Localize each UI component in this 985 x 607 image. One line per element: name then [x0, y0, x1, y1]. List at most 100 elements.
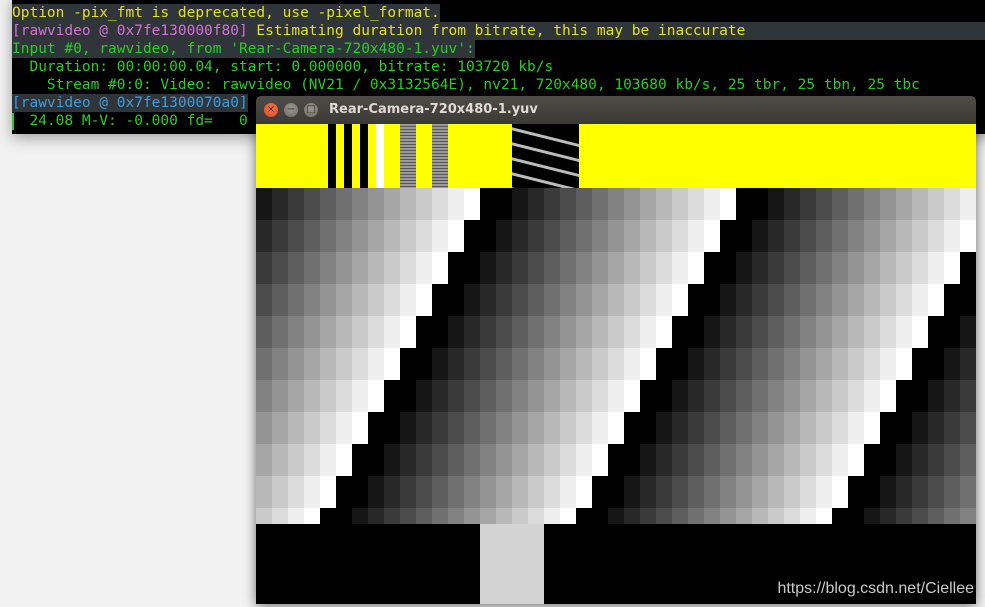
pattern-cell [704, 444, 720, 476]
pattern-cell [512, 476, 528, 508]
pattern-cell [656, 444, 672, 476]
pattern-cell [736, 412, 752, 444]
pattern-cell [560, 348, 576, 380]
pattern-cell [896, 476, 912, 508]
maximize-button[interactable]: □ [304, 103, 318, 117]
pattern-cell [432, 316, 448, 348]
pattern-cell [304, 188, 320, 220]
pattern-cell [848, 444, 864, 476]
pattern-cell [336, 444, 352, 476]
pattern-cell [368, 188, 384, 220]
pattern-cell [432, 508, 448, 524]
pattern-cell [832, 380, 848, 412]
pattern-cell [704, 220, 720, 252]
pattern-cell [624, 220, 640, 252]
pattern-cell [720, 444, 736, 476]
pattern-cell [928, 444, 944, 476]
pattern-cell [560, 188, 576, 220]
pattern-cell [688, 316, 704, 348]
minimize-button[interactable]: − [284, 103, 298, 117]
pattern-cell [720, 252, 736, 284]
pattern-cell [912, 444, 928, 476]
pattern-cell [768, 188, 784, 220]
pattern-cell [832, 252, 848, 284]
pattern-cell [704, 476, 720, 508]
pattern-cell [304, 444, 320, 476]
pattern-cell [432, 444, 448, 476]
pattern-cell [848, 380, 864, 412]
pattern-cell [880, 220, 896, 252]
pattern-cell [608, 348, 624, 380]
title-bar[interactable]: × − □ Rear-Camera-720x480-1.yuv [256, 96, 976, 124]
video-player-window[interactable]: × − □ Rear-Camera-720x480-1.yuv https://… [256, 96, 976, 604]
pattern-cell [272, 412, 288, 444]
pattern-cell [832, 508, 848, 524]
pattern-cell [592, 412, 608, 444]
pattern-cell [368, 476, 384, 508]
pattern-cell [384, 444, 400, 476]
pattern-cell [608, 284, 624, 316]
pattern-cell [880, 316, 896, 348]
pattern-cell [944, 380, 960, 412]
pattern-cell [896, 380, 912, 412]
pattern-cell [944, 348, 960, 380]
pattern-cell [528, 380, 544, 412]
pattern-cell [464, 188, 480, 220]
pattern-cell [496, 412, 512, 444]
pattern-cell [784, 316, 800, 348]
pattern-cell [768, 444, 784, 476]
pattern-cell [640, 508, 656, 524]
pattern-cell [864, 252, 880, 284]
pattern-cell [288, 476, 304, 508]
pattern-cell [752, 284, 768, 316]
pattern-cell [640, 220, 656, 252]
pattern-cell [496, 252, 512, 284]
pattern-cell [784, 220, 800, 252]
pattern-cell [400, 220, 416, 252]
pattern-cell [672, 508, 688, 524]
pattern-cell [384, 188, 400, 220]
pattern-cell [688, 412, 704, 444]
pattern-cell [512, 380, 528, 412]
pattern-cell [528, 444, 544, 476]
pattern-cell [704, 252, 720, 284]
pattern-cell [704, 380, 720, 412]
pattern-cell [704, 348, 720, 380]
pattern-cell [272, 476, 288, 508]
pattern-cell [928, 284, 944, 316]
pattern-cell [496, 348, 512, 380]
pattern-cell [512, 252, 528, 284]
pattern-cell [352, 476, 368, 508]
pattern-cell [400, 188, 416, 220]
pattern-cell [688, 220, 704, 252]
pattern-cell [496, 476, 512, 508]
pattern-cell [752, 380, 768, 412]
pattern-cell [288, 444, 304, 476]
pattern-cell [656, 220, 672, 252]
pattern-cell [480, 348, 496, 380]
pattern-cell [960, 252, 976, 284]
pattern-cell [656, 412, 672, 444]
pattern-cell [272, 188, 288, 220]
pattern-cell [480, 284, 496, 316]
pattern-cell [784, 380, 800, 412]
pattern-cell [896, 316, 912, 348]
pattern-cell [544, 412, 560, 444]
pattern-cell [896, 412, 912, 444]
pattern-cell [688, 252, 704, 284]
pattern-cell [336, 348, 352, 380]
pattern-cell [512, 348, 528, 380]
pattern-cell [624, 316, 640, 348]
pattern-cell [960, 316, 976, 348]
pattern-cell [864, 316, 880, 348]
pattern-cell [480, 476, 496, 508]
pattern-cell [640, 412, 656, 444]
pattern-cell [768, 508, 784, 524]
pattern-cell [880, 348, 896, 380]
pattern-cell [416, 380, 432, 412]
pattern-cell [768, 348, 784, 380]
black-bar [344, 124, 352, 188]
pattern-cell [288, 252, 304, 284]
close-button[interactable]: × [264, 103, 278, 117]
pattern-cell [656, 284, 672, 316]
